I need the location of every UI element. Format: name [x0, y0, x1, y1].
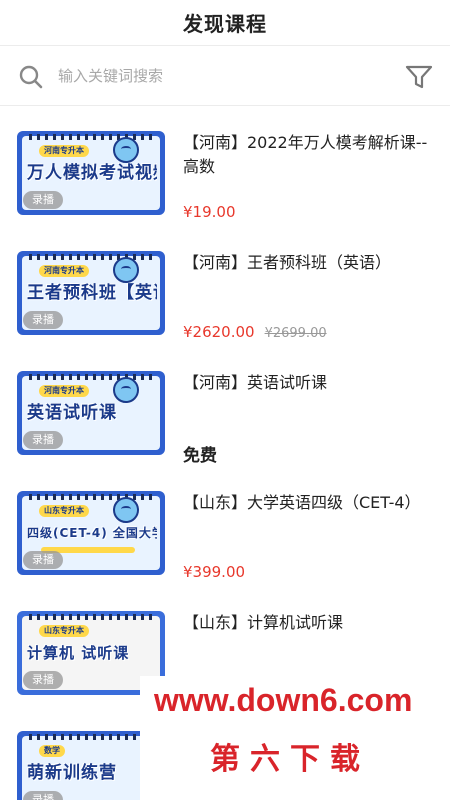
original-price: ¥2699.00: [264, 326, 327, 341]
recorded-badge: 录播: [23, 311, 63, 329]
recorded-badge: 录播: [23, 191, 63, 209]
top-bar: 发现课程: [0, 0, 450, 46]
mascot-icon: [113, 377, 139, 403]
course-title[interactable]: 【山东】大学英语四级（CET-4）: [183, 491, 433, 515]
filter-icon[interactable]: [404, 63, 434, 91]
search-bar: [0, 46, 450, 106]
course-thumbnail[interactable]: 河南专升本 万人模拟考试视频解析 录播: [17, 131, 165, 215]
thumbnail-text: 英语试听课: [27, 403, 117, 423]
binder-rings: [29, 614, 153, 620]
thumbnail-text: 万人模拟考试视频解析: [27, 163, 157, 183]
free-label: 免费: [183, 446, 217, 466]
course-info: 【山东】计算机试听课: [183, 611, 433, 635]
price-row: ¥399.00: [183, 563, 245, 581]
recorded-badge: 录播: [23, 671, 63, 689]
thumbnail-text: 四级(CET-4) 全国大学英语: [27, 526, 157, 540]
thumbnail-tag: 山东专升本: [39, 505, 89, 517]
mascot-icon: [113, 137, 139, 163]
recorded-badge: 录播: [23, 551, 63, 569]
thumbnail-text: 萌新训练营: [27, 763, 117, 783]
course-title[interactable]: 【河南】英语试听课: [183, 371, 433, 395]
watermark-name: 第六下载: [210, 742, 370, 777]
thumbnail-tag: 河南专升本: [39, 265, 89, 277]
course-title[interactable]: 【河南】王者预科班（英语）: [183, 251, 433, 275]
recorded-badge: 录播: [23, 431, 63, 449]
binder-rings: [29, 734, 153, 740]
watermark-url: www.down6.com: [154, 682, 413, 718]
search-icon[interactable]: [18, 64, 44, 90]
course-item[interactable]: 河南专升本 王者预科班【英语】 录播 【河南】王者预科班（英语） ¥2620.0…: [0, 227, 450, 347]
price-row: ¥19.00: [183, 203, 236, 221]
course-price: ¥2620.00: [183, 323, 255, 341]
course-item[interactable]: 河南专升本 万人模拟考试视频解析 录播 【河南】2022年万人模考解析课--高数…: [0, 107, 450, 227]
mascot-icon: [113, 497, 139, 523]
thumbnail-tag: 河南专升本: [39, 385, 89, 397]
course-info: 【山东】大学英语四级（CET-4） ¥399.00: [183, 491, 433, 581]
course-info: 【河南】英语试听课 免费: [183, 371, 433, 466]
course-price: ¥399.00: [183, 563, 246, 581]
course-info: 【河南】王者预科班（英语） ¥2620.00 ¥2699.00: [183, 251, 433, 341]
recorded-badge: 录播: [23, 791, 63, 800]
page-title: 发现课程: [183, 12, 267, 36]
watermark: www.down6.com 第六下载: [140, 676, 450, 800]
course-thumbnail[interactable]: 山东专升本 四级(CET-4) 全国大学英语 录播: [17, 491, 165, 575]
mascot-icon: [113, 257, 139, 283]
thumbnail-tag: 河南专升本: [39, 145, 89, 157]
course-item[interactable]: 山东专升本 四级(CET-4) 全国大学英语 录播 【山东】大学英语四级（CET…: [0, 467, 450, 587]
thumbnail-tag: 山东专升本: [39, 625, 89, 637]
course-thumbnail[interactable]: 河南专升本 英语试听课 录播: [17, 371, 165, 455]
course-info: 【河南】2022年万人模考解析课--高数 ¥19.00: [183, 131, 433, 221]
course-price: ¥19.00: [183, 203, 236, 221]
course-thumbnail[interactable]: 河南专升本 王者预科班【英语】 录播: [17, 251, 165, 335]
search-input[interactable]: [58, 63, 378, 89]
course-title[interactable]: 【山东】计算机试听课: [183, 611, 433, 635]
thumbnail-text: 王者预科班【英语】: [27, 283, 157, 303]
thumbnail-text: 计算机 试听课: [27, 644, 130, 662]
course-item[interactable]: 河南专升本 英语试听课 录播 【河南】英语试听课 免费: [0, 347, 450, 467]
thumbnail-tag: 数学: [39, 745, 65, 757]
price-row: ¥2620.00 ¥2699.00: [183, 323, 327, 341]
course-title[interactable]: 【河南】2022年万人模考解析课--高数: [183, 131, 433, 179]
